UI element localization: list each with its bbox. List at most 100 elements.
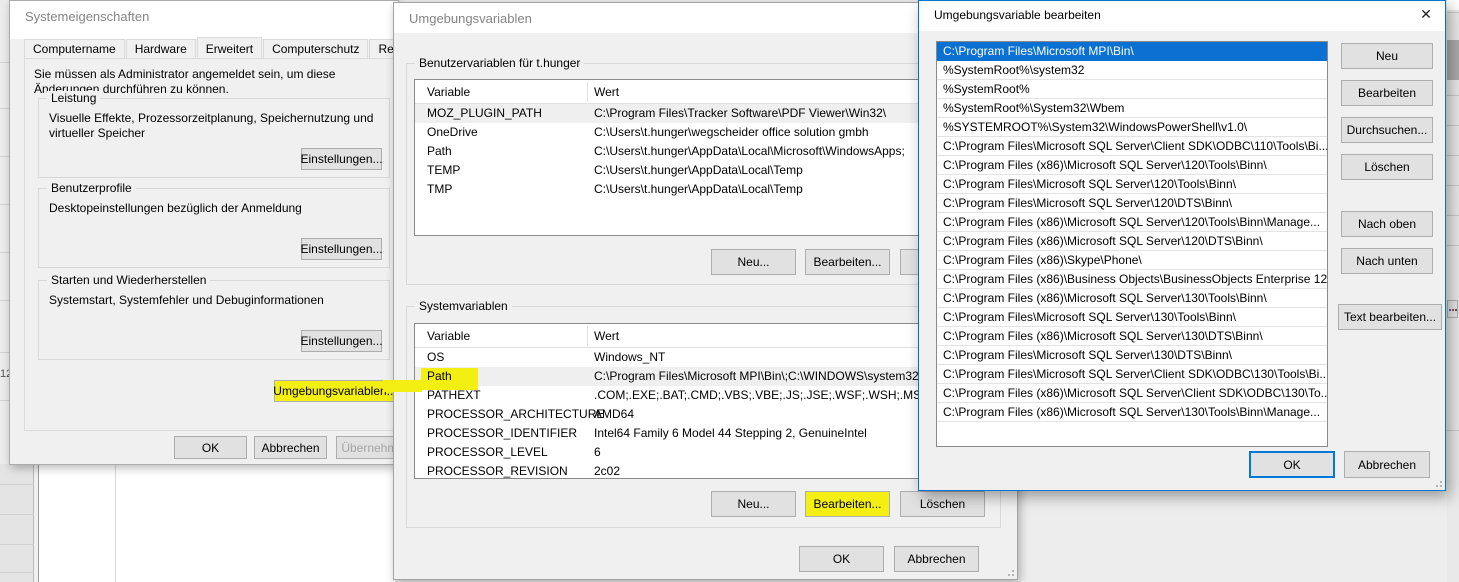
- background-divider: [115, 464, 116, 582]
- ok-button[interactable]: OK: [1249, 451, 1335, 478]
- dialog-title: Systemeigenschaften: [25, 9, 149, 24]
- move-down-button[interactable]: Nach unten: [1341, 248, 1433, 274]
- highlight-annotation-streak: [383, 380, 422, 392]
- path-entries-list[interactable]: C:\Program Files\Microsoft MPI\Bin\%Syst…: [936, 41, 1328, 447]
- table-row[interactable]: OneDriveC:\Users\t.hunger\wegscheider of…: [415, 123, 998, 142]
- group-leistung: Leistung Visuelle Effekte, Prozessorzeit…: [38, 98, 390, 178]
- path-list-item[interactable]: C:\Program Files (x86)\Skype\Phone\: [937, 251, 1327, 270]
- browse-button[interactable]: Durchsuchen...: [1341, 117, 1433, 143]
- cancel-button[interactable]: Abbrechen: [1344, 451, 1430, 478]
- edit-text-button[interactable]: Text bearbeiten...: [1338, 304, 1442, 330]
- system-variables-table[interactable]: Variable Wert OSWindows_NTPathC:\Program…: [414, 323, 999, 479]
- table-row[interactable]: TEMPC:\Users\t.hunger\AppData\Local\Temp: [415, 161, 998, 180]
- table-row[interactable]: PROCESSOR_LEVEL6: [415, 443, 998, 462]
- background-text-fragment: 12: [0, 368, 9, 380]
- path-list-item[interactable]: C:\Program Files (x86)\Microsoft SQL Ser…: [937, 289, 1327, 308]
- table-row[interactable]: PathC:\Users\t.hunger\AppData\Local\Micr…: [415, 142, 998, 161]
- user-variables-table[interactable]: Variable Wert MOZ_PLUGIN_PATHC:\Program …: [414, 79, 999, 236]
- tab-panel-erweitert: Sie müssen als Administrator angemeldet …: [24, 58, 396, 431]
- table-row[interactable]: PathC:\Program Files\Microsoft MPI\Bin\;…: [415, 367, 998, 386]
- background-mini-button: [1447, 300, 1458, 318]
- ok-button[interactable]: OK: [174, 436, 247, 459]
- close-icon[interactable]: ✕: [1411, 1, 1441, 27]
- system-properties-tabs: ComputernameHardwareErweitertComputersch…: [24, 39, 431, 59]
- group-description: Desktopeinstellungen bezüglich der Anmel…: [49, 201, 384, 216]
- system-properties-dialog: Systemeigenschaften ComputernameHardware…: [9, 0, 399, 465]
- edit-button[interactable]: Bearbeiten: [1341, 80, 1433, 106]
- path-list-item[interactable]: C:\Program Files (x86)\Microsoft SQL Ser…: [937, 403, 1327, 422]
- column-variable[interactable]: Variable: [427, 329, 470, 343]
- path-list-item[interactable]: C:\Program Files\Microsoft SQL Server\12…: [937, 175, 1327, 194]
- tab-computername[interactable]: Computername: [24, 39, 125, 58]
- tab-erweitert[interactable]: Erweitert: [197, 37, 262, 58]
- system-properties-titlebar[interactable]: Systemeigenschaften: [10, 1, 398, 39]
- group-starten-wiederherstellen: Starten und Wiederherstellen Systemstart…: [38, 280, 390, 360]
- table-row[interactable]: PROCESSOR_REVISION2c02: [415, 462, 998, 481]
- group-benutzerprofile: Benutzerprofile Desktopeinstellungen bez…: [38, 188, 390, 268]
- path-list-item[interactable]: C:\Program Files (x86)\Microsoft SQL Ser…: [937, 327, 1327, 346]
- leistung-einstellungen-button[interactable]: Einstellungen...: [301, 148, 382, 170]
- table-row[interactable]: PATHEXT.COM;.EXE;.BAT;.CMD;.VBS;.VBE;.JS…: [415, 386, 998, 405]
- user-new-button[interactable]: Neu...: [711, 249, 796, 275]
- path-list-item[interactable]: C:\Program Files (x86)\Microsoft SQL Ser…: [937, 156, 1327, 175]
- system-edit-button[interactable]: Bearbeiten...: [805, 491, 890, 517]
- group-description: Systemstart, Systemfehler und Debuginfor…: [49, 293, 384, 308]
- new-button[interactable]: Neu: [1341, 43, 1433, 69]
- benutzerprofile-einstellungen-button[interactable]: Einstellungen...: [301, 238, 382, 260]
- column-variable[interactable]: Variable: [427, 85, 470, 99]
- path-list-item[interactable]: C:\Program Files\Microsoft MPI\Bin\: [937, 42, 1327, 61]
- path-list-item[interactable]: C:\Program Files\Microsoft SQL Server\Cl…: [937, 365, 1327, 384]
- tab-computerschutz[interactable]: Computerschutz: [263, 39, 368, 58]
- variable-name: MOZ_PLUGIN_PATH: [427, 104, 542, 123]
- user-edit-button[interactable]: Bearbeiten...: [805, 249, 890, 275]
- background-panel: [0, 464, 34, 582]
- variable-name: PATHEXT: [427, 386, 481, 405]
- group-title: Leistung: [47, 91, 100, 105]
- delete-button[interactable]: Löschen: [1341, 154, 1433, 180]
- column-wert[interactable]: Wert: [594, 85, 619, 99]
- path-list-item[interactable]: %SystemRoot%\System32\Wbem: [937, 99, 1327, 118]
- path-list-item[interactable]: C:\Program Files (x86)\Business Objects\…: [937, 270, 1327, 289]
- background-window-bottom-left: [0, 464, 395, 582]
- ok-button[interactable]: OK: [799, 546, 884, 572]
- table-row[interactable]: OSWindows_NT: [415, 348, 998, 367]
- umgebungsvariablen-button[interactable]: Umgebungsvariablen...: [274, 380, 396, 402]
- table-row[interactable]: PROCESSOR_IDENTIFIERIntel64 Family 6 Mod…: [415, 424, 998, 443]
- system-delete-button[interactable]: Löschen: [900, 491, 985, 517]
- table-row[interactable]: MOZ_PLUGIN_PATHC:\Program Files\Tracker …: [415, 104, 998, 123]
- path-list-item[interactable]: C:\Program Files (x86)\Microsoft SQL Ser…: [937, 213, 1327, 232]
- path-list-item[interactable]: C:\Program Files (x86)\Microsoft SQL Ser…: [937, 384, 1327, 403]
- move-up-button[interactable]: Nach oben: [1341, 211, 1433, 237]
- variable-name: OS: [427, 348, 444, 367]
- background-window-right-edge: [1447, 0, 1459, 582]
- system-new-button[interactable]: Neu...: [711, 491, 796, 517]
- group-title: Starten und Wiederherstellen: [47, 273, 210, 287]
- tab-hardware[interactable]: Hardware: [126, 39, 196, 58]
- path-list-item[interactable]: %SYSTEMROOT%\System32\WindowsPowerShell\…: [937, 118, 1327, 137]
- variable-name: PROCESSOR_ARCHITECTURE: [427, 405, 604, 424]
- variable-name: Path: [427, 142, 452, 161]
- resize-grip[interactable]: [1432, 477, 1442, 487]
- path-list-item[interactable]: %SystemRoot%: [937, 80, 1327, 99]
- starten-einstellungen-button[interactable]: Einstellungen...: [301, 330, 382, 352]
- variable-name: TEMP: [427, 161, 460, 180]
- variable-name: TMP: [427, 180, 452, 199]
- path-list-item[interactable]: C:\Program Files\Microsoft SQL Server\12…: [937, 194, 1327, 213]
- resize-grip[interactable]: [1004, 566, 1014, 576]
- table-header: Variable Wert: [415, 80, 998, 104]
- variable-name: OneDrive: [427, 123, 478, 142]
- cancel-button[interactable]: Abbrechen: [254, 436, 327, 459]
- table-row[interactable]: PROCESSOR_ARCHITECTUREAMD64: [415, 405, 998, 424]
- cancel-button[interactable]: Abbrechen: [894, 546, 979, 572]
- path-list-item[interactable]: C:\Program Files\Microsoft SQL Server\Cl…: [937, 137, 1327, 156]
- path-list-item[interactable]: %SystemRoot%\system32: [937, 61, 1327, 80]
- table-row[interactable]: TMPC:\Users\t.hunger\AppData\Local\Temp: [415, 180, 998, 199]
- path-list-item[interactable]: C:\Program Files\Microsoft SQL Server\13…: [937, 308, 1327, 327]
- column-wert[interactable]: Wert: [594, 329, 619, 343]
- path-list-item[interactable]: C:\Program Files (x86)\Microsoft SQL Ser…: [937, 232, 1327, 251]
- variable-name: PROCESSOR_LEVEL: [427, 443, 548, 462]
- dialog-title: Umgebungsvariable bearbeiten: [934, 8, 1101, 22]
- group-title: Benutzervariablen für t.hunger: [415, 56, 584, 70]
- path-list-item[interactable]: C:\Program Files\Microsoft SQL Server\13…: [937, 346, 1327, 365]
- edit-variable-titlebar[interactable]: Umgebungsvariable bearbeiten ✕: [919, 1, 1445, 31]
